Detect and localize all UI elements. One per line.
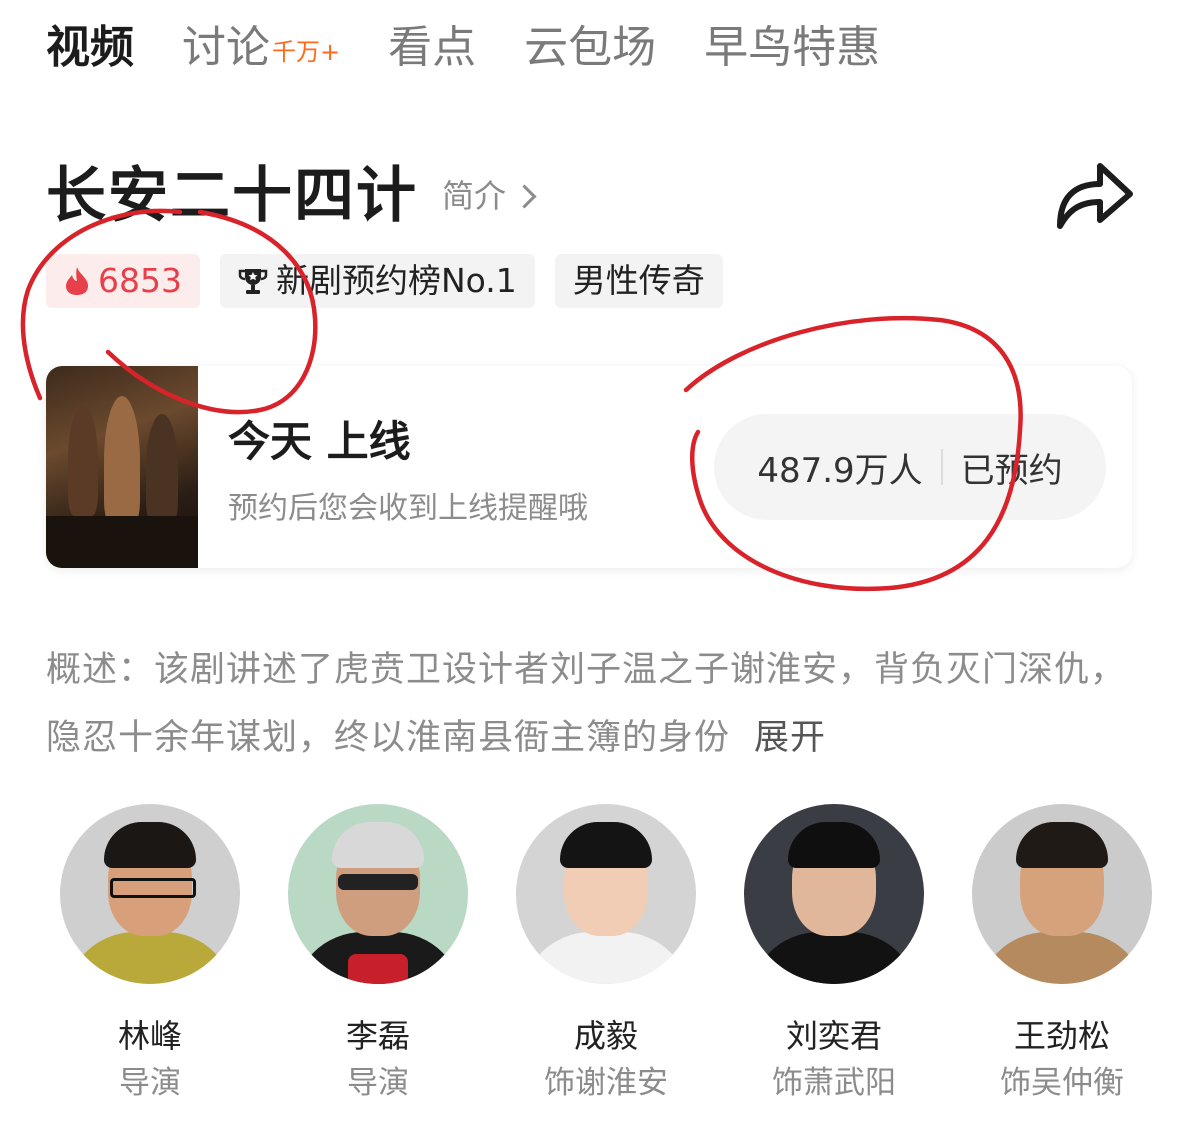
reserve-count: 487.9万人 — [757, 450, 923, 491]
release-title: 今天 上线 — [228, 417, 411, 466]
trophy-icon — [238, 269, 268, 294]
intro-link[interactable]: 简介 — [442, 170, 537, 222]
cast-name: 刘奕君 — [785, 1017, 882, 1055]
tab-cloud-screening-label: 云包场 — [524, 22, 657, 73]
tab-early-bird[interactable]: 早鸟特惠 — [704, 18, 880, 78]
discussion-count-badge: 千万+ — [272, 38, 341, 66]
expand-link[interactable]: 展开 — [754, 718, 826, 758]
synopsis-text: 概述：该剧讲述了虎贲卫设计者刘子温之子谢淮安，背负灭门深仇，隐忍十余年谋划，终以… — [46, 650, 1127, 758]
cast-name: 李磊 — [345, 1017, 410, 1055]
poster-image[interactable] — [46, 366, 198, 568]
cast-name: 成毅 — [573, 1017, 638, 1055]
reserve-status: 已预约 — [960, 450, 1063, 491]
synopsis: 概述：该剧讲述了虎贲卫设计者刘子温之子谢淮安，背负灭门深仇，隐忍十余年谋划，终以… — [46, 636, 1136, 772]
show-title: 长安二十四计 — [46, 161, 418, 231]
avatar — [744, 804, 924, 984]
cast-item[interactable]: 刘奕君 饰萧武阳 — [744, 804, 924, 1108]
heat-value: 6853 — [98, 261, 182, 300]
rank-badge[interactable]: 新剧预约榜No.1 — [219, 254, 535, 308]
cast-role: 导演 — [347, 1065, 409, 1101]
tag-row: 6853 新剧预约榜No.1 男性传奇 — [46, 254, 743, 308]
heat-badge: 6853 — [46, 254, 200, 308]
cast-item[interactable]: 成毅 饰谢淮安 — [516, 804, 696, 1108]
top-tab-bar: 视频 讨论千万+ 看点 云包场 早鸟特惠 — [46, 18, 928, 82]
tab-discussion-label: 讨论 — [182, 22, 270, 73]
tab-video-label: 视频 — [46, 22, 134, 73]
cast-role: 饰萧武阳 — [772, 1065, 896, 1101]
cast-list: 林峰 导演 李磊 导演 成毅 饰谢淮安 刘奕君 饰萧武阳 王劲松 饰吴仲衡 — [0, 804, 1179, 1124]
avatar — [972, 804, 1152, 984]
flame-icon — [66, 267, 88, 295]
cast-item[interactable]: 王劲松 饰吴仲衡 — [972, 804, 1152, 1108]
tab-cloud-screening[interactable]: 云包场 — [524, 18, 656, 78]
tab-early-bird-label: 早鸟特惠 — [704, 22, 881, 73]
cast-item[interactable]: 林峰 导演 — [60, 804, 240, 1108]
cast-item[interactable]: 李磊 导演 — [288, 804, 468, 1108]
reserve-divider — [940, 449, 943, 485]
tab-discussion[interactable]: 讨论千万+ — [182, 18, 340, 82]
release-card: 今天 上线 预约后您会收到上线提醒哦 487.9万人 已预约 — [46, 366, 1132, 568]
share-icon[interactable] — [1052, 154, 1136, 234]
avatar — [288, 804, 468, 984]
tab-video[interactable]: 视频 — [46, 18, 134, 78]
tab-highlights[interactable]: 看点 — [388, 18, 476, 78]
cast-role: 饰谢淮安 — [544, 1065, 668, 1101]
cast-role: 饰吴仲衡 — [1000, 1065, 1124, 1101]
tab-highlights-label: 看点 — [388, 22, 477, 73]
avatar — [60, 804, 240, 984]
avatar — [516, 804, 696, 984]
chevron-right-icon — [512, 183, 537, 209]
genre-label: 男性传奇 — [572, 261, 705, 300]
rank-label: 新剧预约榜No.1 — [275, 261, 517, 300]
intro-link-label: 简介 — [442, 177, 507, 215]
cast-name: 王劲松 — [1013, 1017, 1110, 1055]
release-subtitle: 预约后您会收到上线提醒哦 — [228, 491, 588, 526]
cast-role: 导演 — [119, 1065, 181, 1101]
cast-name: 林峰 — [117, 1017, 182, 1055]
reserve-button[interactable]: 487.9万人 已预约 — [714, 414, 1106, 520]
genre-badge[interactable]: 男性传奇 — [554, 254, 723, 308]
